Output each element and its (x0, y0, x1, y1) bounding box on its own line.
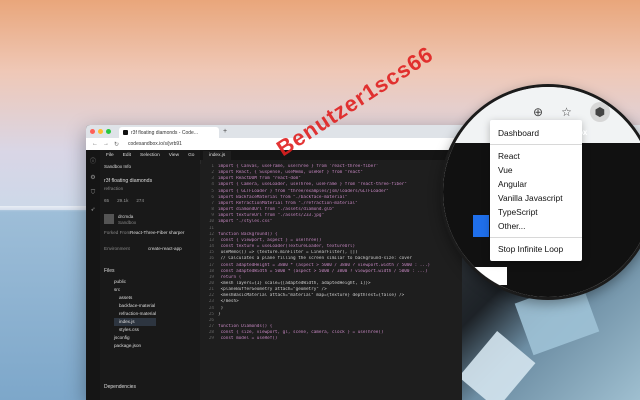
environment-label: Environment (104, 246, 130, 251)
menu-item-stop-infinite-loop[interactable]: Stop Infinite Loop (490, 242, 582, 256)
maximize-window-button[interactable] (106, 129, 111, 134)
menu-selection[interactable]: Selection (140, 153, 160, 158)
author-sub: Sandbox (118, 220, 137, 225)
file-item[interactable]: backface-material (114, 302, 156, 310)
code-text: const { size, viewport, gl, scene, camer… (218, 330, 384, 336)
code-text: useMemo(() => (texture.minFilter = Linea… (218, 250, 358, 256)
code-text: function Background() { (218, 231, 278, 237)
shield-icon[interactable]: ⛉ (91, 190, 96, 197)
reload-icon[interactable]: ↻ (114, 141, 119, 148)
environment-value: create-react-app (148, 246, 182, 251)
menu-file[interactable]: File (106, 153, 114, 158)
forks-count: 274 (136, 198, 145, 203)
sandbox-stats: 65 29.1k 274 (104, 198, 144, 203)
magnified-blue-button (473, 215, 489, 237)
file-item[interactable]: styles.css (114, 326, 156, 334)
code-text: import { GLTFLoader } from "three/exampl… (218, 188, 389, 194)
code-text: import { Camera, useLoader, useThree, us… (218, 182, 407, 188)
sandbox-sidebar: Sandbox Info r3f floating diamonds refra… (100, 150, 201, 400)
code-text: import diamondUrl from "./assets/diamond… (218, 207, 335, 213)
file-item[interactable]: src (114, 286, 156, 294)
code-text: import ReactDOM from "react-dom" (218, 176, 301, 182)
window-controls (90, 129, 111, 134)
magnified-url-fragment: app/ (443, 267, 507, 285)
line-number: 29 (208, 336, 214, 342)
file-item[interactable]: refraction-material (114, 310, 156, 318)
code-text: <planeBufferGeometry attach="geometry" /… (218, 287, 327, 293)
file-tree: public src assets backface-material refr… (114, 278, 157, 350)
menu-item-typescript[interactable]: TypeScript (490, 205, 582, 219)
menu-view[interactable]: View (169, 153, 179, 158)
code-text: import RefractionMaterial from "./refrac… (218, 200, 358, 206)
dependencies-heading[interactable]: Dependencies (104, 384, 136, 390)
extensions-puzzle-icon[interactable]: ✚ (628, 105, 638, 122)
menu-item-other[interactable]: Other... (490, 219, 582, 233)
menu-item-vue[interactable]: Vue (490, 163, 582, 177)
settings-gear-icon[interactable]: ⚙ (90, 174, 95, 181)
code-text: // Calculates a plane filling the screen… (218, 256, 413, 262)
codesandbox-favicon-icon (123, 130, 128, 135)
sandbox-info-heading: Sandbox Info (104, 164, 132, 169)
code-text: ) (218, 305, 224, 311)
editor-tab-index[interactable]: index.js (203, 150, 232, 160)
new-tab-button[interactable]: + (223, 128, 227, 135)
code-editor[interactable]: 1 import { Canvas, useFrame, useThree } f… (200, 164, 462, 400)
code-text: const adaptedWidth = 5000 * (aspect > 50… (218, 268, 428, 274)
deploy-rocket-icon[interactable]: ➶ (90, 206, 95, 213)
menu-edit[interactable]: Edit (123, 153, 131, 158)
author-name[interactable]: drcmda (118, 214, 133, 219)
code-text: import textureUrl from "./assets/233.jpg… (218, 213, 325, 219)
forked-from-link[interactable]: React-Three-Fiber sharper (130, 230, 196, 235)
file-item-active[interactable]: index.js (114, 318, 157, 326)
close-window-button[interactable] (90, 129, 95, 134)
file-item[interactable]: assets (114, 294, 156, 302)
menu-item-react[interactable]: React (490, 149, 582, 163)
menu-divider (490, 237, 582, 238)
code-text: import React, { Suspense, useMemo, useRe… (218, 170, 363, 176)
code-text: import "./styles.css" (218, 219, 273, 225)
code-text: import { Canvas, useFrame, useThree } fr… (218, 164, 379, 169)
author-avatar[interactable] (104, 214, 114, 224)
files-heading[interactable]: Files (104, 268, 115, 274)
likes-count: 29.1k (117, 198, 129, 203)
code-text: const { viewport, aspect } = useThree() (218, 237, 322, 243)
code-text: <mesh layers={1} scale={[adaptedWidth, a… (218, 280, 371, 286)
tab-title: r3f floating diamonds - Code... (131, 129, 198, 136)
code-text: const model = useRef() (218, 336, 278, 342)
menu-divider (490, 144, 582, 145)
activity-rail: ⓘ ⚙ ⛉ ➶ (86, 150, 100, 400)
sandbox-name: r3f floating diamonds (104, 178, 153, 184)
file-item[interactable]: public (114, 278, 156, 286)
views-count: 65 (104, 198, 110, 203)
code-text: } (218, 311, 221, 317)
back-arrow-icon[interactable]: ← (92, 141, 98, 147)
magnified-button-fragment: ox (578, 128, 588, 137)
code-text: function Diamonds() { (218, 324, 273, 330)
diamond-shard (462, 330, 536, 400)
url-text[interactable]: codesandbox.io/s/jvrb91 (128, 141, 182, 147)
extension-popup-menu: Dashboard React Vue Angular Vanilla Java… (490, 120, 582, 261)
browser-tab[interactable]: r3f floating diamonds - Code... (119, 127, 219, 138)
sandbox-description: refraction (104, 186, 124, 191)
minimize-window-button[interactable] (98, 129, 103, 134)
code-text: <meshBasicMaterial attach="material" map… (218, 293, 405, 299)
forward-arrow-icon[interactable]: → (103, 141, 109, 147)
file-item[interactable]: jsconfig (114, 334, 156, 342)
code-line: 29 const model = useRef() (200, 336, 462, 342)
menu-item-dashboard[interactable]: Dashboard (490, 126, 582, 140)
menu-go[interactable]: Go (188, 153, 194, 158)
code-text: const texture = useLoader(TextureLoader,… (218, 244, 356, 250)
menu-item-angular[interactable]: Angular (490, 177, 582, 191)
forked-from-label: Forked From (104, 230, 131, 235)
code-text: </mesh> (218, 299, 239, 305)
info-icon[interactable]: ⓘ (90, 156, 96, 165)
code-text: const adaptedHeight = 3800 * (aspect > 5… (218, 262, 431, 268)
file-item[interactable]: package.json (114, 342, 156, 350)
code-text: return ( (218, 274, 242, 280)
codesandbox-extension-icon[interactable]: ⬢ (589, 102, 610, 122)
code-text: import BackfaceMaterial from "./backface… (218, 194, 348, 200)
menu-item-vanilla-javascript[interactable]: Vanilla Javascript (490, 191, 582, 205)
